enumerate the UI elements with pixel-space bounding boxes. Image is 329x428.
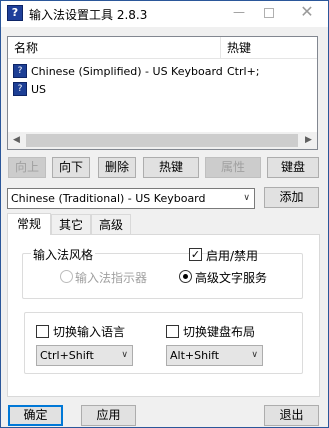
switch-language-select-value: Ctrl+Shift (40, 349, 94, 362)
switch-language-checkbox[interactable] (36, 325, 49, 338)
general-tab-panel: 输入法风格 ✓ 启用/禁用 输入法指示器 高级文字服务 切换输入语言 Ctrl+… (7, 234, 320, 397)
input-method-select[interactable]: Chinese (Traditional) - US Keyboard ∨ (7, 188, 255, 209)
input-method-select-value: Chinese (Traditional) - US Keyboard (11, 192, 206, 205)
switch-language-label: 切换输入语言 (53, 325, 126, 339)
scroll-left-icon[interactable]: ◀ (8, 132, 25, 149)
switch-language-select[interactable]: Ctrl+Shift ∨ (36, 345, 133, 366)
input-method-list[interactable]: 名称 热键 ? Chinese (Simplified) - US Keyboa… (7, 36, 318, 150)
indicator-radio[interactable] (60, 270, 73, 283)
column-header-hotkey[interactable]: 热键 (221, 37, 317, 59)
ime-icon: ? (13, 82, 27, 96)
delete-button[interactable]: 删除 (98, 157, 136, 178)
chevron-down-icon: ∨ (251, 350, 258, 360)
scroll-right-icon[interactable]: ▶ (300, 132, 317, 149)
advanced-text-radio-label: 高级文字服务 (195, 271, 268, 285)
column-header-name[interactable]: 名称 (8, 37, 221, 59)
title-bar[interactable]: ? 输入法设置工具 2.8.3 — ✕ (1, 1, 328, 27)
scrollbar-thumb[interactable] (26, 134, 298, 147)
enable-checkbox[interactable]: ✓ (189, 248, 202, 261)
ok-button[interactable]: 确定 (8, 405, 63, 426)
tab-advanced[interactable]: 高级 (91, 214, 131, 235)
radio-dot (183, 274, 188, 279)
chevron-down-icon: ∨ (243, 193, 250, 203)
switch-layout-select-value: Alt+Shift (170, 349, 220, 362)
add-button[interactable]: 添加 (264, 187, 319, 208)
tab-other[interactable]: 其它 (51, 214, 91, 235)
window-title: 输入法设置工具 2.8.3 (29, 8, 148, 22)
horizontal-scrollbar[interactable]: ◀ ▶ (8, 132, 317, 149)
close-button[interactable]: ✕ (289, 1, 325, 25)
list-item-name: US (31, 83, 47, 96)
tab-general[interactable]: 常规 (7, 213, 51, 235)
app-window: ? 输入法设置工具 2.8.3 — ✕ 名称 热键 ? Chinese (Sim… (0, 0, 329, 428)
move-down-button[interactable]: 向下 (52, 157, 90, 178)
apply-button[interactable]: 应用 (81, 405, 136, 426)
maximize-button[interactable] (251, 1, 287, 25)
list-header: 名称 热键 (8, 37, 317, 59)
maximize-icon (264, 8, 274, 18)
hotkey-button[interactable]: 热键 (143, 157, 199, 178)
list-item-name: Chinese (Simplified) - US Keyboard (31, 65, 223, 78)
switch-layout-label: 切换键盘布局 (183, 325, 256, 339)
list-item[interactable]: ? US (8, 81, 317, 98)
enable-checkbox-label: 启用/禁用 (206, 249, 259, 263)
properties-button[interactable]: 属性 (205, 157, 261, 178)
style-groupbox-label: 输入法风格 (31, 246, 96, 263)
advanced-text-radio[interactable] (179, 270, 192, 283)
list-item[interactable]: ? Chinese (Simplified) - US Keyboard Ctr… (8, 63, 317, 80)
app-icon: ? (7, 5, 23, 21)
switch-layout-checkbox[interactable] (166, 325, 179, 338)
list-item-hotkey: Ctrl+; (227, 65, 260, 78)
switch-layout-select[interactable]: Alt+Shift ∨ (166, 345, 263, 366)
move-up-button[interactable]: 向上 (8, 157, 46, 178)
keyboard-button[interactable]: 键盘 (267, 157, 319, 178)
exit-button[interactable]: 退出 (264, 405, 319, 426)
chevron-down-icon: ∨ (121, 350, 128, 360)
indicator-radio-label: 输入法指示器 (75, 271, 148, 285)
ime-icon: ? (13, 64, 27, 78)
